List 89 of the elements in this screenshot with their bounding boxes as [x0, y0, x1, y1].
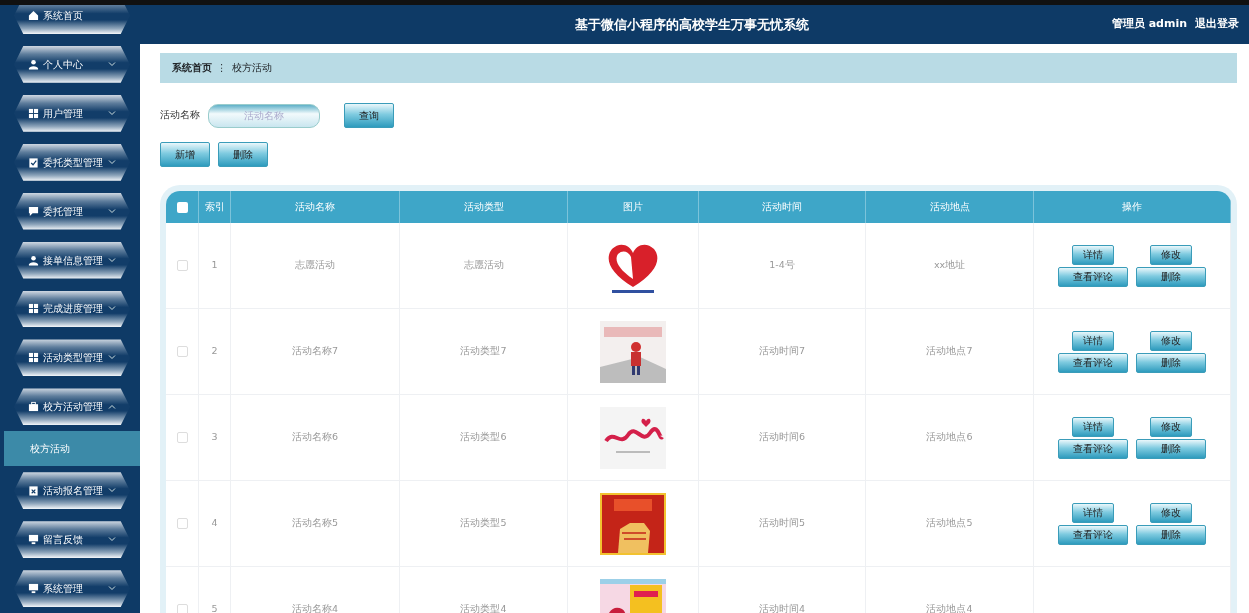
time-cell: 活动时间6 [758, 430, 805, 445]
edit-button[interactable]: 修改 [1150, 502, 1192, 523]
clipboard-icon [28, 485, 39, 497]
type-cell: 活动类型4 [460, 602, 507, 613]
briefcase-icon [28, 401, 39, 413]
breadcrumb-separator: ⋮ [217, 60, 227, 75]
index-cell: 5 [211, 602, 218, 613]
place-cell: 活动地点6 [926, 430, 973, 445]
column-header: 索引 [199, 191, 231, 223]
place-cell: 活动地点5 [926, 516, 973, 531]
column-header: 活动时间 [699, 191, 866, 223]
sidebar-menu-item[interactable]: 活动类型管理 [14, 339, 130, 377]
time-cell: 1-4号 [769, 258, 795, 273]
sidebar-menu-item[interactable]: 个人中心 [14, 45, 130, 83]
column-header: 活动地点 [866, 191, 1034, 223]
grid-icon [28, 352, 39, 364]
details-button[interactable]: 详情 [1072, 330, 1114, 351]
home-icon [28, 9, 39, 21]
time-cell: 活动时间5 [758, 516, 805, 531]
grid-icon [28, 107, 39, 119]
time-cell: 活动时间7 [758, 344, 805, 359]
monitor-icon [28, 583, 39, 595]
name-cell: 活动名称4 [291, 602, 338, 613]
place-cell: xx地址 [933, 258, 966, 273]
search-field[interactable]: 活动名称 [208, 103, 320, 128]
index-cell: 2 [211, 344, 218, 359]
chat-icon [28, 205, 39, 217]
add-button[interactable]: 新增 [160, 142, 210, 167]
checklist-icon [28, 156, 39, 168]
comments-button[interactable]: 查看评论 [1058, 352, 1128, 373]
comments-button[interactable]: 查看评论 [1058, 438, 1128, 459]
row-checkbox[interactable] [176, 604, 188, 613]
edit-button[interactable]: 修改 [1150, 244, 1192, 265]
logout-link[interactable]: 退出登录 [1195, 16, 1239, 33]
type-cell: 活动类型7 [460, 344, 507, 359]
time-cell: 活动时间4 [758, 602, 805, 613]
admin-user-link[interactable]: 管理员 admin [1111, 16, 1187, 33]
delete-button[interactable]: 删除 [1136, 266, 1206, 287]
sidebar-menu-item[interactable]: 用户管理 [14, 94, 130, 132]
details-button[interactable]: 详情 [1072, 416, 1114, 437]
row-checkbox[interactable] [176, 432, 188, 443]
delete-button[interactable]: 删除 [1136, 524, 1206, 545]
type-cell: 活动类型5 [460, 516, 507, 531]
row-checkbox[interactable] [176, 260, 188, 271]
index-cell: 4 [211, 516, 218, 531]
details-button[interactable]: 详情 [1072, 244, 1114, 265]
row-checkbox[interactable] [176, 346, 188, 357]
sidebar-menu-item[interactable]: 留言反馈 [14, 521, 130, 559]
sidebar-menu-item[interactable]: 系统管理 [14, 570, 130, 608]
sidebar-menu-item[interactable]: 活动报名管理 [14, 472, 130, 510]
monitor-icon [28, 534, 39, 546]
name-cell: 活动名称5 [291, 516, 338, 531]
column-header: 操作 [1034, 191, 1231, 223]
breadcrumb-current: 校方活动 [231, 60, 272, 75]
search-label: 活动名称 [160, 108, 200, 123]
select-all-checkbox[interactable] [176, 201, 188, 213]
sidebar-menu-item[interactable]: 校方活动管理 [14, 388, 130, 426]
breadcrumb-link[interactable]: 系统首页 [172, 60, 212, 76]
column-header: 活动类型 [400, 191, 568, 223]
edit-button[interactable]: 修改 [1150, 416, 1192, 437]
type-cell: 志愿活动 [463, 258, 504, 273]
type-cell: 活动类型6 [460, 430, 507, 445]
app-title: 基于微信小程序的高校学生万事无忧系统 [573, 15, 810, 34]
person-icon [28, 58, 39, 70]
sidebar-menu-item[interactable]: 接单信息管理 [14, 241, 130, 279]
column-header: 活动名称 [231, 191, 400, 223]
sidebar-submenu-item[interactable]: 校方活动 [4, 431, 140, 467]
index-cell: 3 [211, 430, 218, 445]
sidebar-menu-item[interactable]: 委托类型管理 [14, 143, 130, 181]
row-checkbox[interactable] [176, 518, 188, 529]
details-button[interactable]: 详情 [1072, 502, 1114, 523]
name-cell: 志愿活动 [295, 258, 335, 273]
sidebar-menu-item[interactable]: 系统首页 [14, 5, 130, 34]
column-header: 图片 [568, 191, 699, 223]
delete-button[interactable]: 删除 [1136, 438, 1206, 459]
delete-button[interactable]: 删除 [218, 142, 268, 167]
person-icon [28, 254, 39, 266]
sidebar-menu-item[interactable]: 委托管理 [14, 192, 130, 230]
delete-button[interactable]: 删除 [1136, 352, 1206, 373]
name-cell: 活动名称6 [291, 430, 338, 445]
comments-button[interactable]: 查看评论 [1058, 266, 1128, 287]
grid-icon [28, 303, 39, 315]
search-button[interactable]: 查询 [344, 103, 394, 128]
comments-button[interactable]: 查看评论 [1058, 524, 1128, 545]
edit-button[interactable]: 修改 [1150, 330, 1192, 351]
place-cell: 活动地点7 [926, 344, 973, 359]
sidebar-menu-item[interactable]: 完成进度管理 [14, 290, 130, 328]
name-cell: 活动名称7 [291, 344, 338, 359]
index-cell: 1 [211, 258, 218, 273]
